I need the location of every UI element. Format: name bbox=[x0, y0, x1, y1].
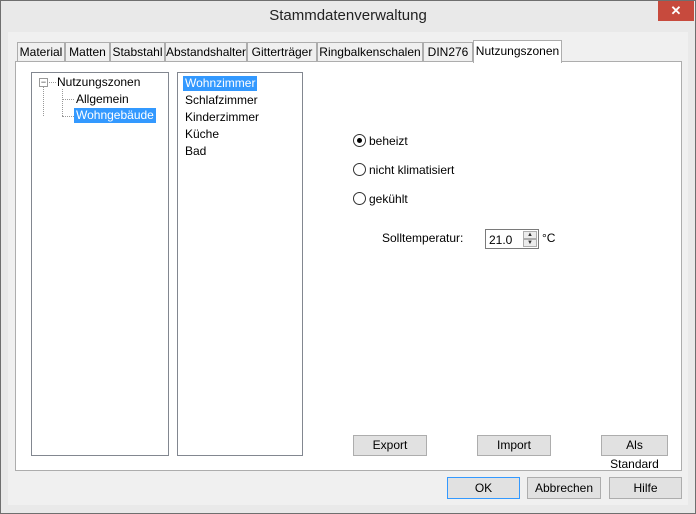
radio-label: gekühlt bbox=[369, 192, 408, 206]
tab-din276[interactable]: DIN276 bbox=[423, 42, 473, 61]
close-button[interactable]: ✕ bbox=[658, 1, 694, 21]
radio-button-checked[interactable] bbox=[353, 134, 366, 147]
spin-up-icon[interactable]: ▲ bbox=[523, 231, 537, 239]
tab-stabstahl[interactable]: Stabstahl bbox=[110, 42, 165, 61]
tab-nutzungszonen[interactable]: Nutzungszonen bbox=[473, 40, 562, 63]
dialog-client-area: Material Matten Stabstahl Abstandshalter… bbox=[8, 32, 688, 505]
import-button[interactable]: Import bbox=[477, 435, 551, 456]
tab-abstandshalter[interactable]: Abstandshalter bbox=[165, 42, 247, 61]
radio-dot bbox=[357, 138, 362, 143]
tree-connector bbox=[62, 116, 74, 117]
tab-ringbalkenschalen[interactable]: Ringbalkenschalen bbox=[317, 42, 423, 61]
radio-label: beheizt bbox=[369, 134, 408, 148]
list-item-kinderzimmer[interactable]: Kinderzimmer bbox=[183, 110, 261, 125]
zone-tree[interactable]: − Nutzungszonen Allgemein Wohngebäude bbox=[31, 72, 169, 456]
list-item-bad[interactable]: Bad bbox=[183, 144, 208, 159]
nutzungszonen-panel: − Nutzungszonen Allgemein Wohngebäude Wo… bbox=[15, 61, 682, 471]
tab-matten[interactable]: Matten bbox=[65, 42, 110, 61]
room-list[interactable]: Wohnzimmer Schlafzimmer Kinderzimmer Küc… bbox=[177, 72, 303, 456]
temperature-value[interactable]: 21.0 bbox=[489, 232, 512, 248]
list-item-wohnzimmer[interactable]: Wohnzimmer bbox=[183, 76, 258, 91]
help-button[interactable]: Hilfe bbox=[609, 477, 682, 499]
radio-label: nicht klimatisiert bbox=[369, 163, 455, 177]
temperature-unit: °C bbox=[542, 231, 556, 245]
spin-down-icon[interactable]: ▼ bbox=[523, 239, 537, 247]
dialog-window: Stammdatenverwaltung ✕ Material Matten S… bbox=[0, 0, 696, 514]
tree-connector bbox=[62, 99, 74, 100]
tree-item-nutzungszonen[interactable]: Nutzungszonen bbox=[55, 75, 142, 90]
solltemperatur-label: Solltemperatur: bbox=[382, 231, 464, 245]
tree-item-wohngebaeude[interactable]: Wohngebäude bbox=[74, 108, 156, 123]
title-bar[interactable]: Stammdatenverwaltung ✕ bbox=[1, 1, 695, 31]
collapse-icon[interactable]: − bbox=[39, 78, 48, 87]
tree-connector bbox=[43, 83, 44, 116]
spin-buttons: ▲ ▼ bbox=[523, 231, 537, 247]
window-title: Stammdatenverwaltung bbox=[269, 7, 427, 24]
export-button[interactable]: Export bbox=[353, 435, 427, 456]
cancel-button[interactable]: Abbrechen bbox=[527, 477, 601, 499]
ok-button[interactable]: OK bbox=[447, 477, 520, 499]
list-item-kueche[interactable]: Küche bbox=[183, 127, 221, 142]
tree-connector bbox=[62, 89, 63, 116]
list-item-schlafzimmer[interactable]: Schlafzimmer bbox=[183, 93, 260, 108]
temperature-spinbox[interactable]: 21.0 ▲ ▼ bbox=[485, 229, 539, 249]
tab-gittertraeger[interactable]: Gitterträger bbox=[247, 42, 317, 61]
tab-material[interactable]: Material bbox=[17, 42, 65, 61]
radio-button[interactable] bbox=[353, 163, 366, 176]
radio-button[interactable] bbox=[353, 192, 366, 205]
tree-item-allgemein[interactable]: Allgemein bbox=[74, 92, 131, 107]
als-standard-button[interactable]: Als Standard bbox=[601, 435, 668, 471]
